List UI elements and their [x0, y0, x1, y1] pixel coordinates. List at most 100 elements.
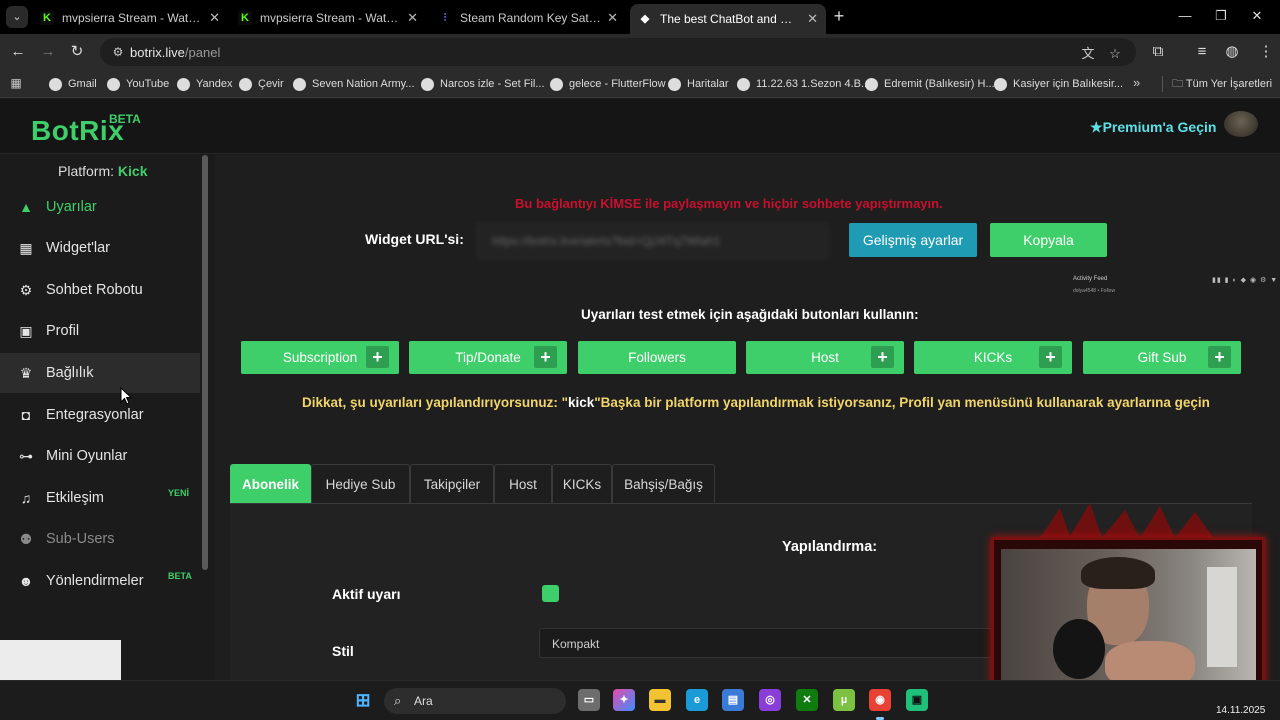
profile-icon[interactable]: ◍: [1222, 42, 1242, 62]
store-icon[interactable]: ▤: [722, 689, 744, 711]
copilot-icon[interactable]: ✦: [613, 689, 635, 711]
reload-icon[interactable]: ↻: [67, 42, 87, 62]
star-icon: ★: [1090, 119, 1103, 135]
active-alert-label: Aktif uyarı: [332, 586, 401, 602]
style-select[interactable]: Kompakt: [539, 628, 999, 658]
chrome-icon[interactable]: ◉: [869, 689, 891, 711]
sidebar-item-integrations[interactable]: ◘ Entegrasyonlar: [0, 395, 200, 435]
bookmark-item[interactable]: 11.22.63 1.Sezon 4.B...: [737, 75, 870, 93]
bookmark-item[interactable]: Gmail: [49, 75, 97, 93]
sidebar-item-sub-users[interactable]: ⚉ Sub-Users: [0, 519, 200, 559]
bookmark-item[interactable]: Edremit (Balıkesir) H...: [865, 75, 995, 93]
users-icon: ⚉: [19, 531, 33, 547]
browser-tab[interactable]: ⫶ Steam Random Key Satın Al - E ✕: [430, 4, 626, 32]
sidebar-scrollbar-thumb[interactable]: [202, 155, 208, 570]
sidebar-item-redirects[interactable]: ☻ Yönlendirmeler: [0, 561, 200, 601]
webcam-overlay: [991, 537, 1265, 698]
bookmark-item[interactable]: Haritalar: [668, 75, 729, 93]
premium-link[interactable]: ★Premium'a Geçin: [1090, 119, 1216, 136]
utorrent-icon[interactable]: µ: [833, 689, 855, 711]
plus-icon[interactable]: +: [871, 346, 894, 368]
copy-button[interactable]: Kopyala: [990, 223, 1107, 257]
close-tab-icon[interactable]: ✕: [407, 10, 418, 26]
xbox-icon[interactable]: ✕: [796, 689, 818, 711]
obs-icon[interactable]: ◎: [759, 689, 781, 711]
tab-host[interactable]: Host: [494, 464, 552, 504]
beta-badge: BETA: [168, 571, 192, 581]
bookmark-star-icon[interactable]: ☆: [1106, 46, 1124, 62]
all-bookmarks-folder[interactable]: 🗀 Tüm Yer İşaretleri: [1172, 75, 1272, 94]
bookmarks-overflow-icon[interactable]: »: [1133, 75, 1140, 90]
bookmark-label: Edremit (Balıkesir) H...: [884, 78, 995, 90]
plus-icon[interactable]: +: [534, 346, 557, 368]
sidebar-item-profile[interactable]: ▣ Profil: [0, 311, 200, 351]
sidebar-item-label: Sohbet Robotu: [46, 282, 143, 298]
bookmark-item[interactable]: Çevir: [239, 75, 284, 93]
back-icon[interactable]: ←: [8, 42, 28, 62]
task-view-icon[interactable]: ▭: [578, 689, 600, 711]
test-gift-sub-button[interactable]: Gift Sub +: [1083, 341, 1241, 374]
taskbar-search[interactable]: ⌕ Ara: [384, 688, 566, 714]
platform-label: Platform:: [58, 163, 115, 179]
test-subscription-button[interactable]: Subscription +: [241, 341, 399, 374]
advanced-settings-button[interactable]: Gelişmiş ayarlar: [849, 223, 977, 257]
bookmark-item[interactable]: Yandex: [177, 75, 233, 93]
media-controls-icon[interactable]: ≡: [1192, 42, 1212, 62]
sidebar-item-widgets[interactable]: ▦ Widget'lar: [0, 228, 200, 268]
widget-url-field[interactable]: https://botrix.live/alerts?bid=QjJ4Tq7Wl…: [477, 223, 829, 259]
minimize-icon[interactable]: —: [1171, 6, 1199, 26]
sidebar-item-label: Mini Oyunlar: [46, 448, 128, 464]
edge-icon[interactable]: e: [686, 689, 708, 711]
close-window-icon[interactable]: ✕: [1243, 6, 1271, 26]
tab-subscription[interactable]: Abonelik: [230, 464, 311, 504]
bookmark-item[interactable]: YouTube: [107, 75, 169, 93]
restore-icon[interactable]: ❐: [1207, 6, 1235, 26]
close-tab-icon[interactable]: ✕: [807, 11, 818, 27]
plus-icon[interactable]: +: [1039, 346, 1062, 368]
menu-kebab-icon[interactable]: ⋮: [1256, 42, 1276, 62]
test-button-label: KICKs: [973, 350, 1013, 365]
file-explorer-icon[interactable]: ▬: [649, 689, 671, 711]
test-tip-button[interactable]: Tip/Donate +: [409, 341, 567, 374]
tab-kicks[interactable]: KICKs: [552, 464, 612, 504]
translate-icon[interactable]: 文: [1079, 46, 1097, 62]
test-host-button[interactable]: Host +: [746, 341, 904, 374]
url-path: /panel: [184, 45, 221, 60]
notice-prefix: Dikkat, şu uyarıları yapılandırıyorsunuz…: [302, 395, 568, 410]
new-tab-icon[interactable]: +: [830, 7, 848, 25]
tab-search-button[interactable]: ⌄: [6, 6, 28, 28]
bookmark-item[interactable]: gelece - FlutterFlow: [550, 75, 666, 93]
plus-icon[interactable]: +: [366, 346, 389, 368]
close-tab-icon[interactable]: ✕: [209, 10, 220, 26]
windows-start-icon[interactable]: ⊞: [352, 689, 374, 711]
player-controls-icon[interactable]: ▮▮ ▮ ◐ ◆ ◉ ⚙ ▼: [1212, 276, 1278, 284]
sidebar-item-interaction[interactable]: ♫ Etkileşim: [0, 478, 200, 518]
active-alert-checkbox[interactable]: [542, 585, 559, 602]
sidebar-item-chatbot[interactable]: ⚙ Sohbet Robotu: [0, 270, 200, 310]
test-kicks-button[interactable]: KICKs +: [914, 341, 1072, 374]
browser-tab[interactable]: K mvpsierra Stream - Watch Live ✕: [32, 4, 228, 32]
sidebar-item-alerts[interactable]: ▲ Uyarılar: [0, 187, 200, 227]
close-tab-icon[interactable]: ✕: [607, 10, 618, 26]
robot-icon: ⚙: [19, 282, 33, 298]
app-icon[interactable]: ▣: [906, 689, 928, 711]
tab-gift-sub[interactable]: Hediye Sub: [311, 464, 410, 504]
address-bar[interactable]: ⚙ botrix.live/panel 文 ☆: [100, 38, 1136, 66]
browser-tab[interactable]: K mvpsierra Stream - Watch Live ✕: [230, 4, 426, 32]
sidebar-item-mini-games[interactable]: ⊶ Mini Oyunlar: [0, 436, 200, 476]
tab-tips[interactable]: Bahşiş/Bağış: [612, 464, 715, 504]
apps-grid-icon[interactable]: ▦: [9, 76, 23, 90]
tab-title: Steam Random Key Satın Al - E: [460, 11, 601, 25]
bookmark-item[interactable]: Narcos izle - Set Fil...: [421, 75, 545, 93]
bookmark-item[interactable]: Seven Nation Army...: [293, 75, 415, 93]
site-info-icon[interactable]: ⚙: [110, 44, 126, 60]
browser-tab-active[interactable]: ◆ The best ChatBot and Widgets ✕: [630, 4, 826, 34]
tab-followers[interactable]: Takipçiler: [410, 464, 494, 504]
test-followers-button[interactable]: Followers: [578, 341, 736, 374]
user-avatar[interactable]: [1224, 111, 1258, 137]
bookmark-item[interactable]: Kasiyer için Balıkesir...: [994, 75, 1123, 93]
sidebar-item-loyalty[interactable]: ♛ Bağlılık: [0, 353, 200, 393]
forward-icon[interactable]: →: [38, 42, 58, 62]
plus-icon[interactable]: +: [1208, 346, 1231, 368]
extensions-icon[interactable]: ⧉: [1148, 42, 1168, 62]
